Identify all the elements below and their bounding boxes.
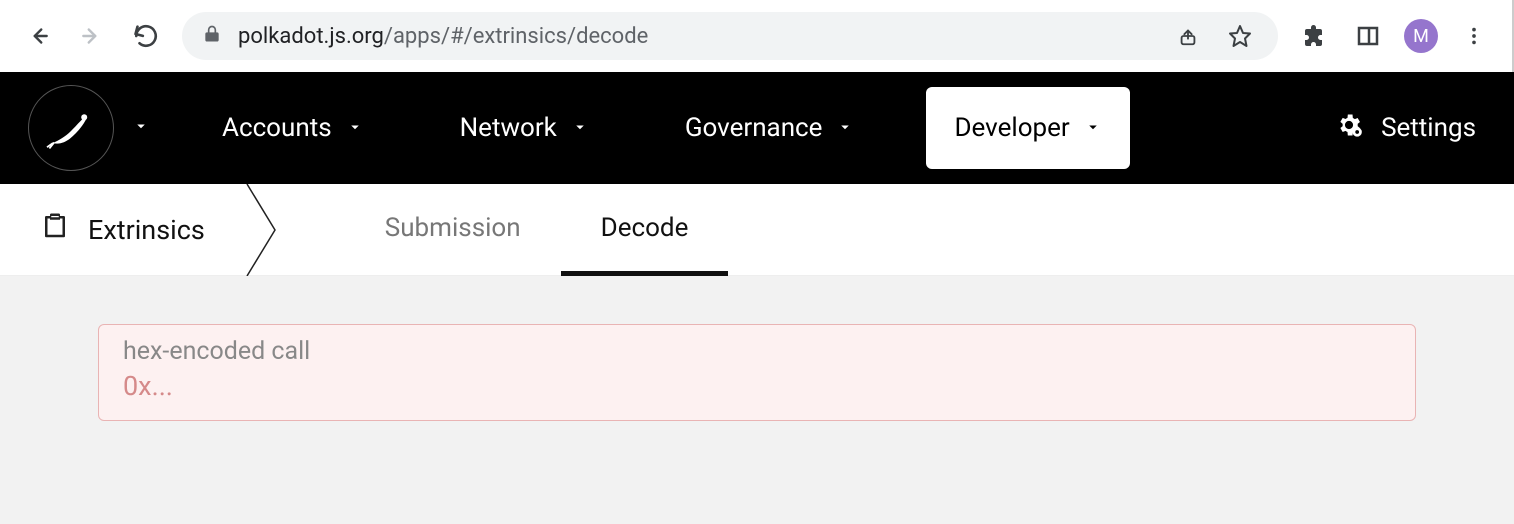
panel-icon[interactable] <box>1350 18 1386 54</box>
app-navbar: Accounts Network Governance Developer Se… <box>0 72 1514 184</box>
nav-network-label: Network <box>460 113 557 143</box>
chevron-down-icon <box>836 113 854 143</box>
nav-governance[interactable]: Governance <box>661 87 879 169</box>
url-path: /apps/#/extrinsics/decode <box>384 24 648 49</box>
back-button[interactable] <box>20 18 56 54</box>
nav-accounts[interactable]: Accounts <box>198 87 388 169</box>
nav-developer-label: Developer <box>954 113 1069 143</box>
forward-button[interactable] <box>74 18 110 54</box>
lock-icon <box>202 24 222 48</box>
chevron-down-icon <box>346 113 364 143</box>
profile-avatar[interactable]: M <box>1404 19 1438 53</box>
address-bar[interactable]: polkadot.js.org/apps/#/extrinsics/decode <box>182 12 1278 60</box>
avatar-initial: M <box>1413 26 1429 47</box>
breadcrumb-label: Extrinsics <box>88 214 205 246</box>
tab-decode[interactable]: Decode <box>561 185 729 276</box>
chevron-down-icon <box>132 117 150 139</box>
tab-submission[interactable]: Submission <box>345 185 561 276</box>
tab-submission-label: Submission <box>385 213 521 243</box>
page-content: hex-encoded call 0x... <box>0 276 1514 524</box>
url-host: polkadot.js.org <box>238 24 384 49</box>
hex-encoded-call-input[interactable]: hex-encoded call 0x... <box>98 324 1416 421</box>
gear-icon <box>1335 111 1363 146</box>
extensions-icon[interactable] <box>1296 18 1332 54</box>
share-icon[interactable] <box>1170 18 1206 54</box>
breadcrumb-divider <box>245 184 285 275</box>
nav-developer[interactable]: Developer <box>926 87 1129 169</box>
hex-input-placeholder: 0x... <box>123 370 1391 402</box>
clipboard-icon <box>40 211 70 248</box>
reload-button[interactable] <box>128 18 164 54</box>
nav-settings-label: Settings <box>1381 113 1476 143</box>
star-icon[interactable] <box>1222 18 1258 54</box>
chain-selector[interactable] <box>28 85 150 171</box>
hex-input-label: hex-encoded call <box>123 337 1391 366</box>
chevron-down-icon <box>571 113 589 143</box>
nav-accounts-label: Accounts <box>222 113 332 143</box>
nav-governance-label: Governance <box>685 113 823 143</box>
menu-icon[interactable] <box>1456 18 1492 54</box>
browser-toolbar: polkadot.js.org/apps/#/extrinsics/decode… <box>0 0 1514 72</box>
chain-logo <box>28 85 114 171</box>
nav-settings[interactable]: Settings <box>1311 87 1486 169</box>
nav-network[interactable]: Network <box>436 87 613 169</box>
breadcrumb: Extrinsics <box>0 184 245 275</box>
tab-decode-label: Decode <box>601 213 689 243</box>
url-text: polkadot.js.org/apps/#/extrinsics/decode <box>238 24 1154 49</box>
page-tabs: Extrinsics Submission Decode <box>0 184 1514 276</box>
chevron-down-icon <box>1084 113 1102 143</box>
